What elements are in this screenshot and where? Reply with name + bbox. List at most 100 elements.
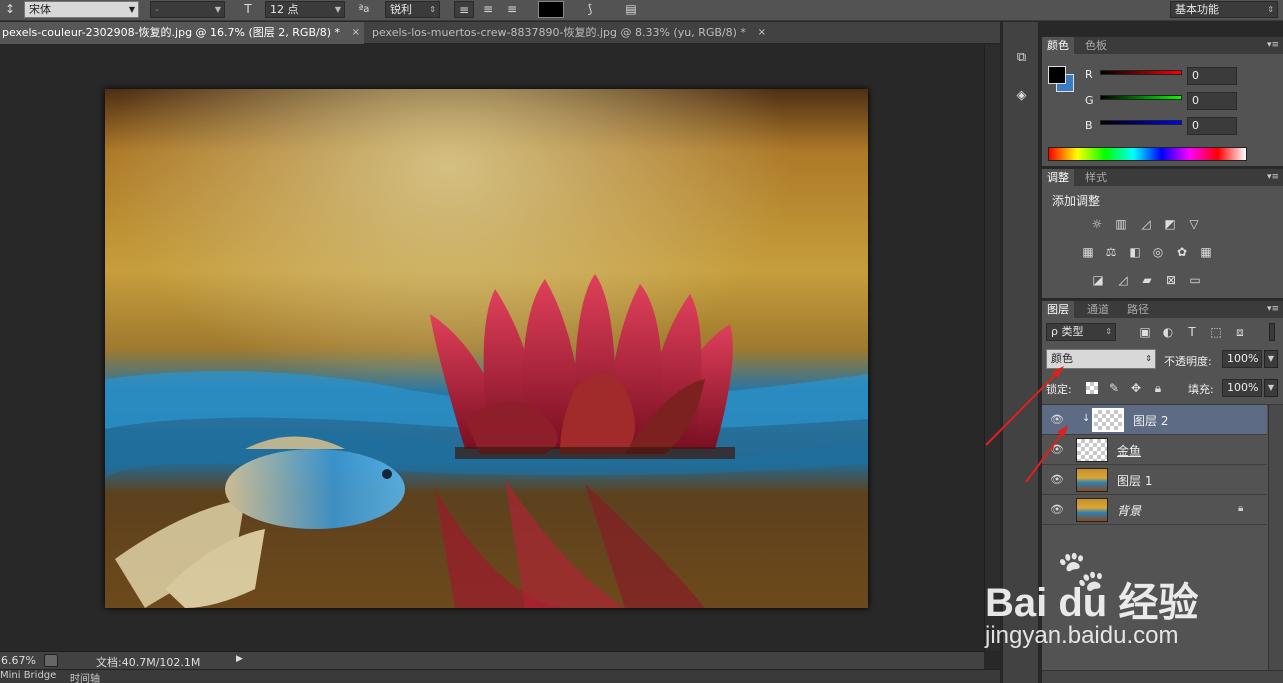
blend-mode-dropdown[interactable]: 颜色 ⇕ [1046, 349, 1156, 369]
tab-styles[interactable]: 样式 [1080, 169, 1112, 186]
channel-mixer-icon[interactable]: ✿ [1174, 245, 1190, 259]
r-slider[interactable] [1100, 70, 1182, 75]
visibility-eye-icon[interactable]: 👁︎ [1050, 443, 1064, 456]
photo-filter-icon[interactable]: ◎ [1150, 245, 1166, 259]
layer-row-layer2[interactable]: 👁︎ ↓ 图层 2 [1042, 405, 1267, 435]
b-value-field[interactable]: 0 [1187, 117, 1237, 135]
text-color-swatch[interactable] [538, 1, 564, 18]
g-value-field[interactable]: 0 [1187, 92, 1237, 110]
panel-menu-icon[interactable]: ▾≡ [1267, 37, 1279, 54]
layer-row-layer1[interactable]: 👁︎ 图层 1 [1042, 465, 1267, 495]
color-lookup-icon[interactable]: ▦ [1198, 245, 1214, 259]
curves-icon[interactable]: ◿ [1138, 217, 1154, 231]
panel-menu-icon[interactable]: ▾≡ [1267, 169, 1279, 186]
layers-scrollbar[interactable] [1268, 405, 1283, 670]
tab-mini-bridge[interactable]: Mini Bridge [0, 670, 56, 681]
status-info-icon[interactable] [44, 654, 58, 667]
fill-label: 填充: [1188, 383, 1214, 396]
workspace-dropdown[interactable]: 基本功能 ⇕ [1170, 1, 1278, 18]
hue-saturation-icon[interactable]: ▦ [1080, 245, 1096, 259]
character-panel-icon[interactable]: ▤ [621, 1, 641, 18]
vibrance-icon[interactable]: ▽ [1186, 217, 1202, 231]
tool-preset-icon[interactable]: ↕ [0, 1, 20, 18]
color-spectrum[interactable] [1048, 147, 1247, 161]
chevron-down-icon: ▼ [128, 5, 135, 14]
tab-color[interactable]: 颜色 [1042, 37, 1074, 54]
filter-pixel-icon[interactable]: ▣ [1137, 325, 1153, 339]
align-left-icon[interactable]: ≡ [454, 1, 474, 18]
levels-icon[interactable]: ▥ [1113, 217, 1129, 231]
panel-menu-icon[interactable]: ▾≡ [1267, 301, 1279, 318]
r-value-field[interactable]: 0 [1187, 67, 1237, 85]
panel-dock: ⧉ ◈ [1002, 22, 1039, 683]
font-style-dropdown[interactable]: - ▼ [150, 1, 225, 18]
lock-transparent-icon[interactable] [1086, 382, 1098, 394]
lotus-photo [105, 89, 868, 608]
lock-position-icon[interactable]: ✥ [1128, 381, 1144, 395]
clipping-arrow-icon: ↓ [1082, 413, 1091, 424]
tab-paths[interactable]: 路径 [1122, 301, 1154, 318]
document-image[interactable] [105, 89, 868, 608]
layer-thumbnail [1076, 468, 1108, 492]
b-slider[interactable] [1100, 120, 1182, 125]
font-size-value: 12 点 [270, 3, 299, 16]
color-panel-tabs: 颜色 色板 ▾≡ [1042, 37, 1283, 54]
history-icon[interactable]: ⧉ [1009, 46, 1034, 70]
vertical-scrollbar[interactable] [984, 45, 1000, 651]
lock-all-icon[interactable]: 🔒︎ [1150, 381, 1166, 395]
layer-row-goldfish[interactable]: 👁︎ 金鱼 [1042, 435, 1267, 465]
font-family-dropdown[interactable]: 宋体 ▼ [24, 1, 139, 18]
lock-image-icon[interactable]: ✎ [1106, 381, 1122, 395]
foreground-color-swatch[interactable] [1048, 66, 1066, 84]
warp-text-icon[interactable]: ⟆ [580, 1, 600, 18]
color-panel: 颜色 色板 ▾≡ R 0 G 0 B 0 [1042, 36, 1283, 166]
selective-color-icon[interactable]: ⊠ [1163, 273, 1179, 287]
posterize-icon[interactable]: ◿ [1115, 273, 1131, 287]
status-bar: 6.67% 文档:40.7M/102.1M ▶ [0, 651, 984, 669]
g-slider[interactable] [1100, 95, 1182, 100]
fill-field[interactable]: 100% [1222, 379, 1262, 397]
tab-timeline[interactable]: 时间轴 [70, 670, 100, 683]
g-label: G [1085, 94, 1094, 107]
filter-toggle[interactable] [1269, 323, 1275, 341]
status-menu-arrow-icon[interactable]: ▶ [236, 654, 243, 664]
tab-channels[interactable]: 通道 [1082, 301, 1114, 318]
layer-name: 金鱼 [1117, 444, 1142, 458]
threshold-icon[interactable]: ▰ [1139, 273, 1155, 287]
exposure-icon[interactable]: ◩ [1162, 217, 1178, 231]
color-balance-icon[interactable]: ⚖ [1103, 245, 1119, 259]
tab-adjustments[interactable]: 调整 [1042, 169, 1074, 186]
filter-shape-icon[interactable]: ⬚ [1208, 325, 1224, 339]
align-center-icon[interactable]: ≡ [478, 1, 498, 18]
layer-row-background[interactable]: 👁︎ 背景 🔒︎ [1042, 495, 1267, 525]
visibility-eye-icon[interactable]: 👁︎ [1050, 473, 1064, 486]
tab-document-2[interactable]: pexels-los-muertos-crew-8837890-恢复的.jpg … [370, 22, 770, 44]
close-icon[interactable]: × [758, 22, 766, 44]
zoom-level[interactable]: 6.67% [1, 654, 36, 667]
invert-icon[interactable]: ◪ [1090, 273, 1106, 287]
layer-filter-dropdown[interactable]: ρ 类型 ⇕ [1046, 323, 1116, 341]
opacity-label: 不透明度: [1164, 355, 1212, 368]
black-white-icon[interactable]: ◧ [1127, 245, 1143, 259]
tab-swatches[interactable]: 色板 [1080, 37, 1112, 54]
antialias-dropdown[interactable]: 锐利 ⇕ [385, 1, 440, 18]
lock-label: 锁定: [1046, 383, 1072, 396]
chevron-updown-icon: ⇕ [1267, 5, 1274, 14]
filter-type-icon[interactable]: T [1184, 325, 1200, 339]
visibility-eye-icon[interactable]: 👁︎ [1050, 413, 1064, 426]
tab-document-1[interactable]: pexels-couleur-2302908-恢复的.jpg @ 16.7% (… [0, 22, 364, 44]
opacity-arrow-icon[interactable]: ▼ [1264, 350, 1278, 368]
3d-icon[interactable]: ◈ [1009, 84, 1034, 108]
visibility-eye-icon[interactable]: 👁︎ [1050, 503, 1064, 516]
fill-arrow-icon[interactable]: ▼ [1264, 379, 1278, 397]
align-right-icon[interactable]: ≡ [502, 1, 522, 18]
gradient-map-icon[interactable]: ▭ [1187, 273, 1203, 287]
filter-smart-object-icon[interactable]: ⧈ [1232, 325, 1248, 339]
filter-adjustment-icon[interactable]: ◐ [1160, 325, 1176, 339]
opacity-field[interactable]: 100% [1222, 350, 1262, 368]
close-icon[interactable]: × [352, 22, 360, 44]
brightness-icon[interactable]: ☼ [1089, 217, 1105, 231]
tab-layers[interactable]: 图层 [1042, 301, 1074, 318]
chevron-updown-icon: ⇕ [1145, 354, 1152, 363]
font-size-dropdown[interactable]: 12 点 ▼ [265, 1, 345, 18]
